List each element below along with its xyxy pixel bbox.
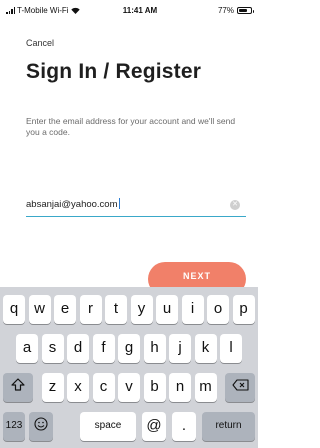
key-p[interactable]: p <box>232 295 255 324</box>
at-key[interactable]: @ <box>142 412 166 441</box>
text-caret <box>118 198 120 209</box>
key-r[interactable]: r <box>79 295 102 324</box>
key-t[interactable]: t <box>105 295 127 324</box>
dot-key[interactable]: . <box>172 412 196 441</box>
key-z[interactable]: z <box>41 373 64 402</box>
backspace-icon <box>231 379 249 391</box>
key-q[interactable]: q <box>3 295 25 324</box>
email-value: absanjai@yahoo.com <box>26 199 118 210</box>
keyboard: q w e r t y u i o p a s d f g h j k l z … <box>0 287 258 448</box>
key-g[interactable]: g <box>118 334 140 363</box>
key-n[interactable]: n <box>169 373 191 402</box>
key-y[interactable]: y <box>130 295 153 324</box>
key-d[interactable]: d <box>67 334 89 363</box>
key-o[interactable]: o <box>207 295 229 324</box>
return-key[interactable]: return <box>202 412 255 441</box>
key-k[interactable]: k <box>194 334 217 363</box>
key-u[interactable]: u <box>156 295 178 324</box>
key-i[interactable]: i <box>181 295 204 324</box>
key-l[interactable]: l <box>220 334 242 363</box>
shift-icon <box>11 378 25 391</box>
key-v[interactable]: v <box>118 373 140 402</box>
status-bar: T-Mobile Wi-Fi 11:41 AM 77% <box>0 0 258 22</box>
space-key[interactable]: space <box>80 412 136 441</box>
key-a[interactable]: a <box>16 334 38 363</box>
key-f[interactable]: f <box>92 334 115 363</box>
key-m[interactable]: m <box>194 373 217 402</box>
numbers-key[interactable]: 123 <box>3 412 25 441</box>
email-input[interactable]: absanjai@yahoo.com <box>26 198 221 210</box>
battery-percent: 77% <box>217 6 234 15</box>
page-title: Sign In / Register <box>26 60 202 83</box>
key-h[interactable]: h <box>143 334 166 363</box>
email-field[interactable]: absanjai@yahoo.com ✕ <box>26 193 246 217</box>
emoji-key[interactable] <box>28 412 53 441</box>
shift-key[interactable] <box>3 373 33 402</box>
key-x[interactable]: x <box>67 373 89 402</box>
cancel-button[interactable]: Cancel <box>26 38 54 48</box>
key-e[interactable]: e <box>54 295 76 324</box>
emoji-icon <box>33 417 48 431</box>
delete-key[interactable] <box>225 373 255 402</box>
key-s[interactable]: s <box>41 334 64 363</box>
battery-fill <box>239 9 248 12</box>
key-b[interactable]: b <box>143 373 166 402</box>
clear-icon[interactable]: ✕ <box>230 200 240 210</box>
key-c[interactable]: c <box>92 373 115 402</box>
key-w[interactable]: w <box>28 295 51 324</box>
page-subtitle: Enter the email address for your account… <box>26 116 236 137</box>
battery-icon <box>237 7 254 14</box>
key-j[interactable]: j <box>169 334 191 363</box>
